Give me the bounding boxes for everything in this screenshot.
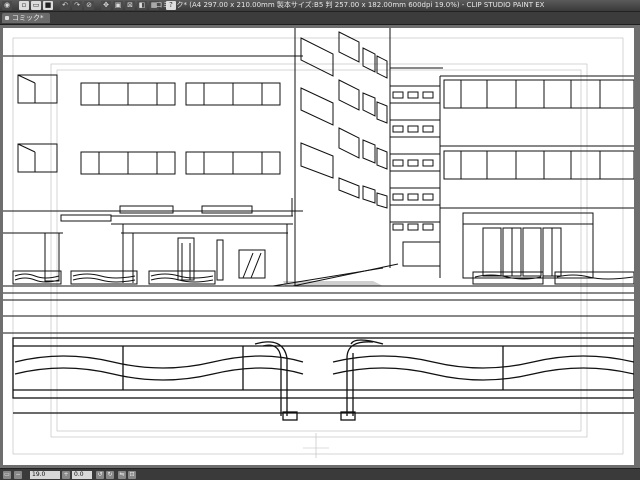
outer-frame-guide <box>12 37 624 455</box>
window-title: コミック* (A4 297.00 x 210.00mm 製本サイズ:B5 判 2… <box>155 1 545 9</box>
app-window: ◉ ▫ ▭ ■ ↶ ↷ ⊘ ✥ ▣ ⊠ ◧ ▦ ? コミック* (A4 297.… <box>0 0 640 480</box>
road <box>3 263 634 334</box>
title-bar: ◉ ▫ ▭ ■ ↶ ↷ ⊘ ✥ ▣ ⊠ ◧ ▦ ? コミック* (A4 297.… <box>0 0 640 12</box>
zoom-out-icon[interactable]: − <box>14 471 22 479</box>
zoom-in-icon[interactable]: + <box>62 471 70 479</box>
left-building <box>3 55 303 212</box>
inner-frame-guide <box>50 63 588 438</box>
tab-comic[interactable]: コミック* <box>2 13 50 23</box>
tall-building <box>294 28 391 286</box>
distant-building <box>390 67 443 267</box>
canvas-area[interactable] <box>0 25 640 468</box>
tab-label: コミック* <box>12 14 44 22</box>
flip-icon[interactable]: ⇋ <box>118 471 126 479</box>
right-building <box>439 75 634 279</box>
fit-icon[interactable]: ⊡ <box>128 471 136 479</box>
document-icon <box>5 16 9 20</box>
foreground-guardrail <box>12 337 634 421</box>
rotate-right-icon[interactable]: ↻ <box>106 471 114 479</box>
tab-bar: コミック* <box>0 12 640 25</box>
status-bar: ▭ − 19.0 + 0.0 ↺ ↻ ⇋ ⊡ <box>0 468 640 480</box>
rotate-left-icon[interactable]: ↺ <box>96 471 104 479</box>
canvas-page[interactable] <box>3 28 634 465</box>
street-lineart <box>3 28 634 458</box>
rotation-field[interactable]: 0.0 <box>72 471 92 479</box>
navigator-icon[interactable]: ▭ <box>3 471 11 479</box>
zoom-field[interactable]: 19.0 <box>30 471 60 479</box>
